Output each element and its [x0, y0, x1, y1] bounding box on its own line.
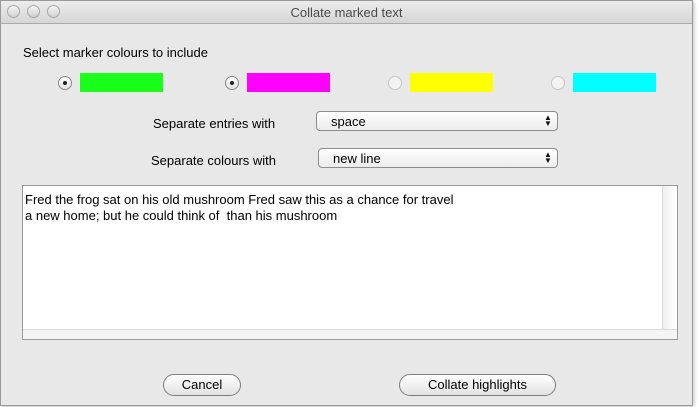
horizontal-scrollbar[interactable] — [23, 329, 677, 339]
title-bar: Collate marked text — [1, 1, 692, 24]
green-swatch — [80, 73, 163, 92]
radio-button-icon[interactable] — [225, 76, 239, 90]
separate-entries-label: Separate entries with — [153, 116, 276, 131]
radio-button-icon[interactable] — [551, 76, 565, 90]
cancel-button[interactable]: Cancel — [163, 374, 241, 396]
separate-entries-value: space — [331, 114, 366, 129]
up-down-arrows-icon: ▲ ▼ — [544, 113, 552, 128]
separate-colours-select[interactable]: new line ▲ ▼ — [318, 148, 558, 168]
separate-entries-select[interactable]: space ▲ ▼ — [316, 111, 558, 131]
vertical-scrollbar[interactable] — [662, 186, 677, 331]
magenta-swatch — [247, 73, 330, 92]
output-text: Fred the frog sat on his old mushroom Fr… — [25, 192, 454, 223]
collate-highlights-button[interactable]: Collate highlights — [399, 374, 556, 396]
cyan-swatch — [573, 73, 656, 92]
collate-dialog: Collate marked text Select marker colour… — [0, 0, 693, 406]
radio-button-icon[interactable] — [58, 76, 72, 90]
yellow-swatch — [410, 73, 493, 92]
output-textarea[interactable]: Fred the frog sat on his old mushroom Fr… — [22, 185, 678, 340]
separate-colours-value: new line — [333, 151, 381, 166]
separate-colours-label: Separate colours with — [151, 153, 277, 168]
window-title: Collate marked text — [290, 5, 403, 20]
radio-button-icon[interactable] — [388, 76, 402, 90]
up-down-arrows-icon: ▲ ▼ — [544, 150, 552, 165]
marker-section-label: Select marker colours to include — [23, 45, 208, 60]
